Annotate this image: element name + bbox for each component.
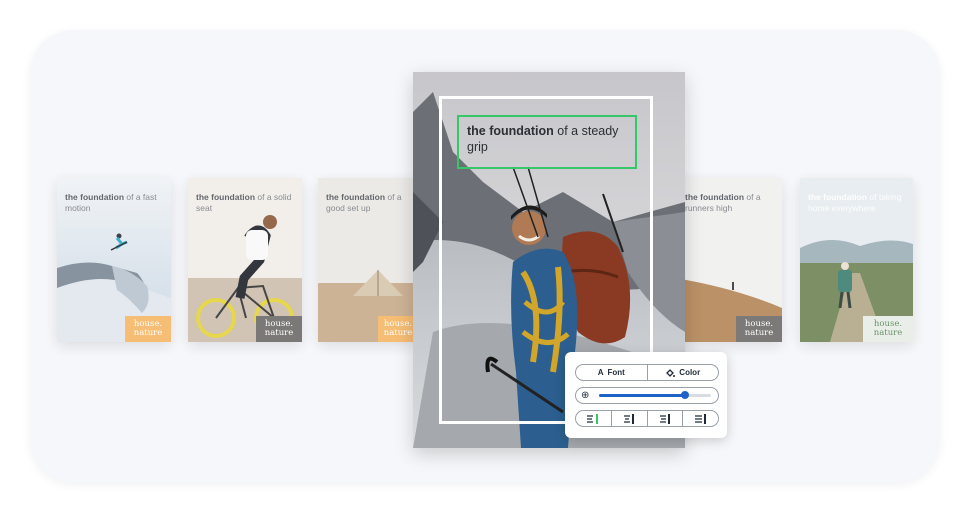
headline-text-box[interactable]: the foundation of a steady grip	[457, 115, 637, 169]
card-caption: the foundation of a fast motion	[65, 192, 157, 213]
align-center-button[interactable]	[610, 411, 647, 426]
text-align-group	[575, 410, 719, 427]
align-justify-icon	[694, 413, 706, 424]
house-nature-logo: house. nature	[378, 316, 418, 342]
color-button[interactable]: Color	[646, 365, 719, 380]
font-button[interactable]: A Font	[576, 365, 647, 380]
font-color-toggle: A Font Color	[575, 364, 719, 381]
align-center-icon	[624, 413, 635, 424]
zoom-fill	[599, 394, 686, 397]
align-right-icon	[659, 413, 670, 424]
house-nature-logo: house. nature	[125, 316, 171, 342]
font-icon: A	[597, 368, 604, 377]
style-toolbar: A Font Color ⊕	[565, 352, 727, 438]
template-card-bike[interactable]: the foundation of a solid seat house. nat…	[188, 178, 302, 342]
paint-bucket-icon	[666, 368, 676, 377]
template-card-ski[interactable]: the foundation of a fast motion house. na…	[57, 178, 171, 342]
card-caption: the foundation of taking home everywhere	[808, 192, 902, 213]
zoom-track[interactable]	[599, 391, 711, 399]
zoom-handle[interactable]	[681, 391, 690, 399]
align-justify-button[interactable]	[682, 411, 718, 426]
card-caption: the foundation of a runners high	[685, 192, 761, 213]
house-nature-logo: house. nature	[736, 316, 782, 342]
zoom-in-icon: ⊕	[581, 390, 590, 401]
zoom-slider[interactable]: ⊕	[575, 387, 719, 404]
house-nature-logo: house. nature	[256, 316, 302, 342]
template-card-runner[interactable]: the foundation of a runners high house. n…	[675, 178, 782, 342]
align-right-button[interactable]	[646, 411, 683, 426]
house-nature-logo: house. nature	[863, 316, 913, 342]
align-left-button[interactable]	[576, 411, 611, 426]
template-card-tent[interactable]: the foundation of a good set up house. na…	[318, 178, 418, 342]
align-left-icon	[587, 413, 599, 424]
card-caption: the foundation of a solid seat	[196, 192, 292, 213]
template-card-hiker[interactable]: the foundation of taking home everywhere…	[800, 178, 913, 342]
card-caption: the foundation of a good set up	[326, 192, 402, 213]
